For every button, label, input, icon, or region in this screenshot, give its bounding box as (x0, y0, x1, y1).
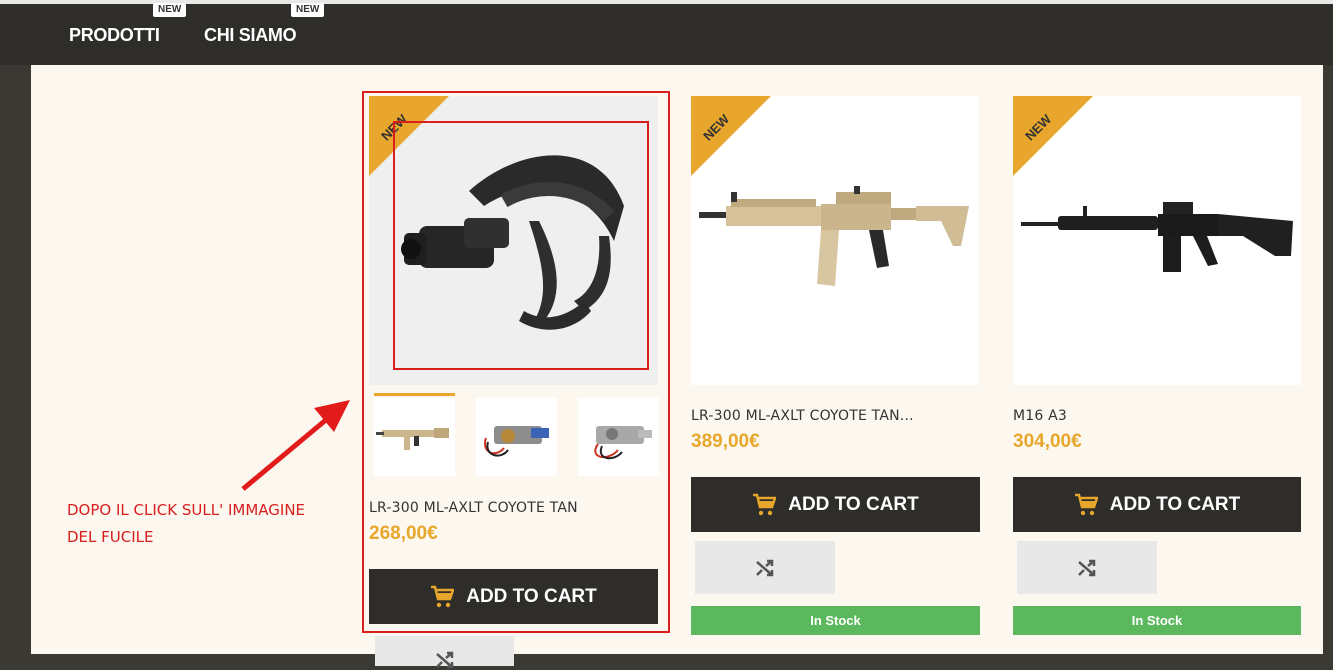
product-title[interactable]: LR-300 ML-AXLT COYOTE TAN... (691, 408, 914, 424)
annotation-line: DOPO IL CLICK SULL' IMMAGINE (67, 501, 306, 519)
add-to-cart-label: ADD TO CART (788, 493, 919, 515)
annotation-frame-image (393, 121, 649, 370)
shuffle-icon (1078, 559, 1096, 576)
annotation-text: DOPO IL CLICK SULL' IMMAGINE DEL FUCILE (67, 497, 305, 551)
add-to-cart-label: ADD TO CART (1109, 493, 1241, 515)
compare-button[interactable] (1017, 541, 1157, 594)
product-title[interactable]: M16 A3 (1013, 408, 1067, 424)
nav-item-chi-siamo[interactable]: CHI SIAMO (204, 25, 297, 46)
page-right-edge (1323, 65, 1333, 654)
cart-icon (1074, 493, 1098, 515)
black-rifle-image (1021, 202, 1293, 272)
compare-button[interactable] (695, 541, 835, 594)
add-to-cart-button[interactable]: ADD TO CART (691, 477, 980, 532)
shuffle-icon (756, 559, 774, 576)
product-price: 304,00€ (1013, 431, 1082, 452)
shuffle-icon (435, 651, 453, 669)
main-navbar: PRODOTTI NEW CHI SIAMO NEW (0, 3, 1333, 65)
cart-icon (753, 493, 777, 515)
product-image-black-rifle[interactable]: NEW (1013, 96, 1301, 385)
stock-status-badge: In Stock (691, 606, 980, 635)
new-badge: NEW (291, 3, 325, 17)
product-price: 389,00€ (691, 431, 760, 452)
tan-rifle-image (699, 186, 969, 286)
add-to-cart-button[interactable]: ADD TO CART (1013, 477, 1301, 532)
stock-status-badge: In Stock (1013, 606, 1301, 635)
new-badge: NEW (153, 3, 187, 17)
compare-button[interactable] (375, 636, 514, 669)
annotation-line: DEL FUCILE (67, 528, 154, 546)
nav-item-prodotti[interactable]: PRODOTTI (69, 25, 160, 46)
nav-item-label: CHI SIAMO (204, 25, 297, 45)
product-image-tan-rifle[interactable]: NEW (691, 96, 979, 385)
nav-item-label: PRODOTTI (69, 25, 160, 45)
